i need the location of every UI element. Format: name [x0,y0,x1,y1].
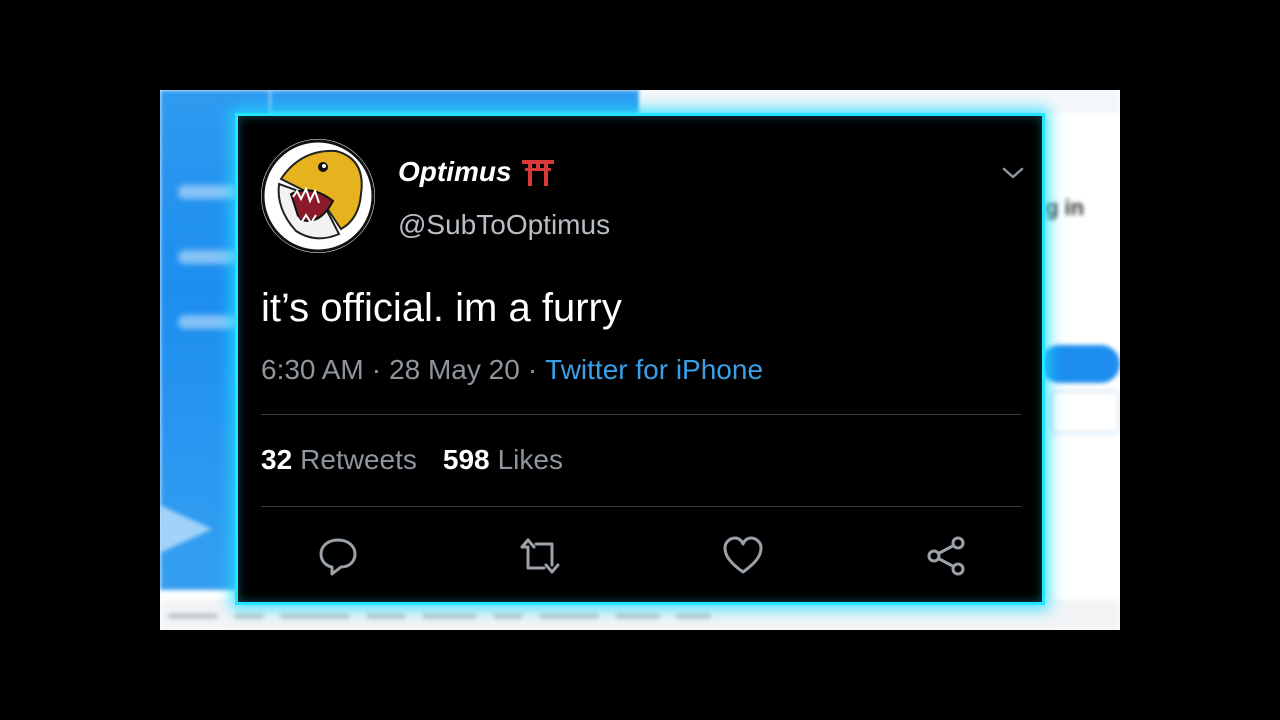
divider [261,414,1021,415]
like-button[interactable] [721,534,765,578]
tweet-source-link[interactable]: Twitter for iPhone [545,354,763,386]
retweets-stat[interactable]: 32 Retweets [261,444,417,476]
tweet-date[interactable]: 28 May 20 [389,354,520,386]
background-nav-item [178,250,238,264]
background-nav-item [178,315,238,329]
retweet-icon [520,538,560,574]
meta-separator: · [527,354,538,385]
torii-gate-icon [520,157,556,187]
background-arrow-shape [160,505,212,553]
background-login-text: g in [1045,195,1085,220]
background-topbar-light [640,90,1120,114]
display-name-text: Optimus [398,156,512,187]
user-handle[interactable]: @SubToOptimus [398,209,610,241]
reply-button[interactable] [316,534,360,578]
retweet-button[interactable] [518,534,562,578]
tweet-time[interactable]: 6:30 AM [261,354,364,386]
retweets-count: 32 [261,444,293,475]
tweet-metadata: 6:30 AM · 28 May 20 · Twitter for iPhone [261,354,763,386]
tweet-text: it’s official. im a furry [261,286,622,330]
reply-icon [319,538,357,576]
meta-separator: · [371,354,382,385]
tweet-menu-button[interactable] [998,161,1028,185]
background-input [1050,390,1120,434]
background-nav-item [178,185,238,199]
likes-stat[interactable]: 598 Likes [443,444,563,476]
tweet-stats: 32 Retweets 598 Likes [261,444,563,476]
tweet-card: Optimus @SubToOptimus it’s official. im … [235,113,1045,605]
background-button [1040,345,1120,383]
retweets-label: Retweets [300,444,417,475]
divider [261,506,1021,507]
likes-label: Likes [497,444,563,475]
heart-icon [723,536,763,574]
chevron-down-icon [1002,167,1024,179]
share-button[interactable] [924,534,968,578]
display-name[interactable]: Optimus [398,156,556,188]
background-topbar [270,90,640,114]
avatar[interactable] [261,139,375,253]
share-icon [927,536,965,576]
likes-count: 598 [442,444,490,475]
avatar-image [261,139,375,253]
